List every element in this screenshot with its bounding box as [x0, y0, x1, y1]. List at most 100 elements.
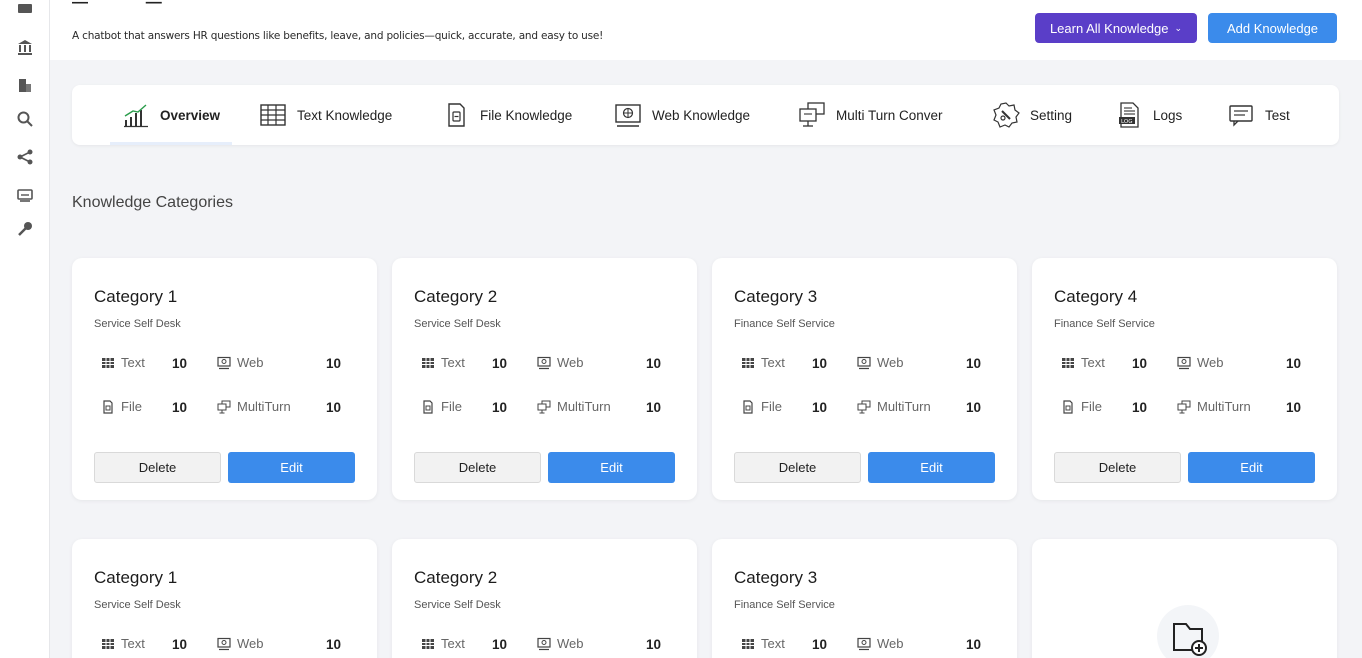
file-label: File [441, 399, 462, 414]
monitor-icon [217, 637, 231, 650]
chart-bars-icon [124, 104, 148, 128]
table-grid-icon [742, 638, 754, 649]
multiturn-stat-label: MultiTurn [857, 399, 931, 414]
file-icon [743, 399, 753, 414]
tab-test[interactable]: Test [1227, 85, 1290, 145]
web-stat-label: Web [217, 636, 264, 651]
text-count: 10 [172, 637, 188, 652]
edit-button[interactable]: Edit [228, 452, 355, 483]
delete-button[interactable]: Delete [414, 452, 541, 483]
text-label: Text [1081, 355, 1105, 370]
web-count: 10 [966, 637, 982, 652]
tab-logs[interactable]: LOG Logs [1115, 85, 1182, 145]
web-stat-label: Web [217, 355, 264, 370]
add-knowledge-button[interactable]: Add Knowledge [1208, 13, 1337, 43]
monitor-icon [217, 356, 231, 369]
search-icon[interactable] [14, 108, 36, 130]
category-card[interactable]: Category 1 Service Self Desk Text 10 Web… [72, 258, 377, 500]
text-count: 10 [1132, 356, 1148, 371]
web-count: 10 [326, 637, 342, 652]
text-stat-label: Text [421, 636, 465, 651]
delete-button[interactable]: Delete [1054, 452, 1181, 483]
tab-file-knowledge[interactable]: File Knowledge [442, 85, 572, 145]
category-card[interactable]: Category 1 Service Self Desk Text 10 Web… [72, 539, 377, 658]
text-count: 10 [172, 356, 188, 371]
multiturn-count: 10 [646, 400, 662, 415]
text-stat-label: Text [421, 355, 465, 370]
text-label: Text [121, 355, 145, 370]
share-icon[interactable] [14, 146, 36, 168]
multiturn-count: 10 [326, 400, 342, 415]
monitor-globe-icon [615, 104, 641, 127]
delete-button[interactable]: Delete [94, 452, 221, 483]
category-card[interactable]: Category 3 Finance Self Service Text 10 … [712, 539, 1017, 658]
bank-icon[interactable] [14, 36, 36, 58]
multiturn-label: MultiTurn [1197, 399, 1251, 414]
category-card[interactable]: Category 2 Service Self Desk Text 10 Web… [392, 258, 697, 500]
edit-button[interactable]: Edit [868, 452, 995, 483]
learn-all-knowledge-button[interactable]: Learn All Knowledge ⌄ [1035, 13, 1197, 43]
category-card[interactable]: Category 4 Finance Self Service Text 10 … [1032, 258, 1337, 500]
file-stat-label: File [1061, 399, 1102, 414]
tab-multi-turn[interactable]: Multi Turn Conver [798, 85, 943, 145]
file-icon [103, 399, 113, 414]
multiturn-stat-label: MultiTurn [537, 399, 611, 414]
category-card[interactable]: Category 3 Finance Self Service Text 10 … [712, 258, 1017, 500]
web-count: 10 [646, 356, 662, 371]
card-subtitle: Finance Self Service [1054, 318, 1155, 330]
text-stat-label: Text [741, 355, 785, 370]
building-icon[interactable] [14, 74, 36, 96]
key-icon[interactable] [14, 218, 36, 240]
add-category-card[interactable] [1032, 539, 1337, 658]
multi-monitor-icon [857, 400, 871, 413]
delete-button[interactable]: Delete [734, 452, 861, 483]
folder-icon[interactable] [14, 2, 36, 24]
gear-wrench-icon [993, 102, 1020, 128]
file-count: 10 [812, 400, 828, 415]
file-icon [448, 103, 465, 127]
file-count: 10 [1132, 400, 1148, 415]
file-stat-label: File [741, 399, 782, 414]
tab-setting[interactable]: Setting [992, 85, 1072, 145]
text-label: Text [121, 636, 145, 651]
text-stat-label: Text [1061, 355, 1105, 370]
chat-window-icon[interactable] [14, 184, 36, 206]
multi-monitor-icon [1177, 400, 1191, 413]
web-label: Web [237, 355, 264, 370]
file-icon [423, 399, 433, 414]
card-title: Category 4 [1054, 287, 1138, 306]
web-stat-label: Web [537, 355, 584, 370]
text-count: 10 [492, 637, 508, 652]
web-label: Web [557, 355, 584, 370]
web-label: Web [557, 636, 584, 651]
tab-web-knowledge[interactable]: Web Knowledge [614, 85, 750, 145]
monitor-icon [857, 637, 871, 650]
tab-setting-label: Setting [1030, 107, 1073, 123]
card-title: Category 3 [734, 568, 818, 587]
svg-text:LOG: LOG [1121, 119, 1132, 125]
card-subtitle: Service Self Desk [414, 599, 501, 611]
multi-monitor-icon [217, 400, 231, 413]
text-stat-label: Text [101, 355, 145, 370]
chat-bubble-icon [1229, 105, 1253, 127]
multi-monitor-icon [537, 400, 551, 413]
web-stat-label: Web [1177, 355, 1224, 370]
edit-button[interactable]: Edit [548, 452, 675, 483]
text-stat-label: Text [741, 636, 785, 651]
tab-file-knowledge-label: File Knowledge [480, 107, 573, 123]
section-title: Knowledge Categories [72, 194, 233, 211]
category-card[interactable]: Category 2 Service Self Desk Text 10 Web… [392, 539, 697, 658]
add-folder-button[interactable] [1157, 605, 1219, 658]
card-title: Category 1 [94, 287, 178, 306]
web-label: Web [877, 355, 904, 370]
file-stat-label: File [101, 399, 142, 414]
card-subtitle: Service Self Desk [94, 318, 181, 330]
web-stat-label: Web [537, 636, 584, 651]
text-count: 10 [812, 356, 828, 371]
edit-button[interactable]: Edit [1188, 452, 1315, 483]
text-count: 10 [812, 637, 828, 652]
text-label: Text [441, 355, 465, 370]
tab-overview[interactable]: Overview [109, 85, 233, 145]
monitor-icon [537, 356, 551, 369]
tab-text-knowledge[interactable]: Text Knowledge [259, 85, 392, 145]
